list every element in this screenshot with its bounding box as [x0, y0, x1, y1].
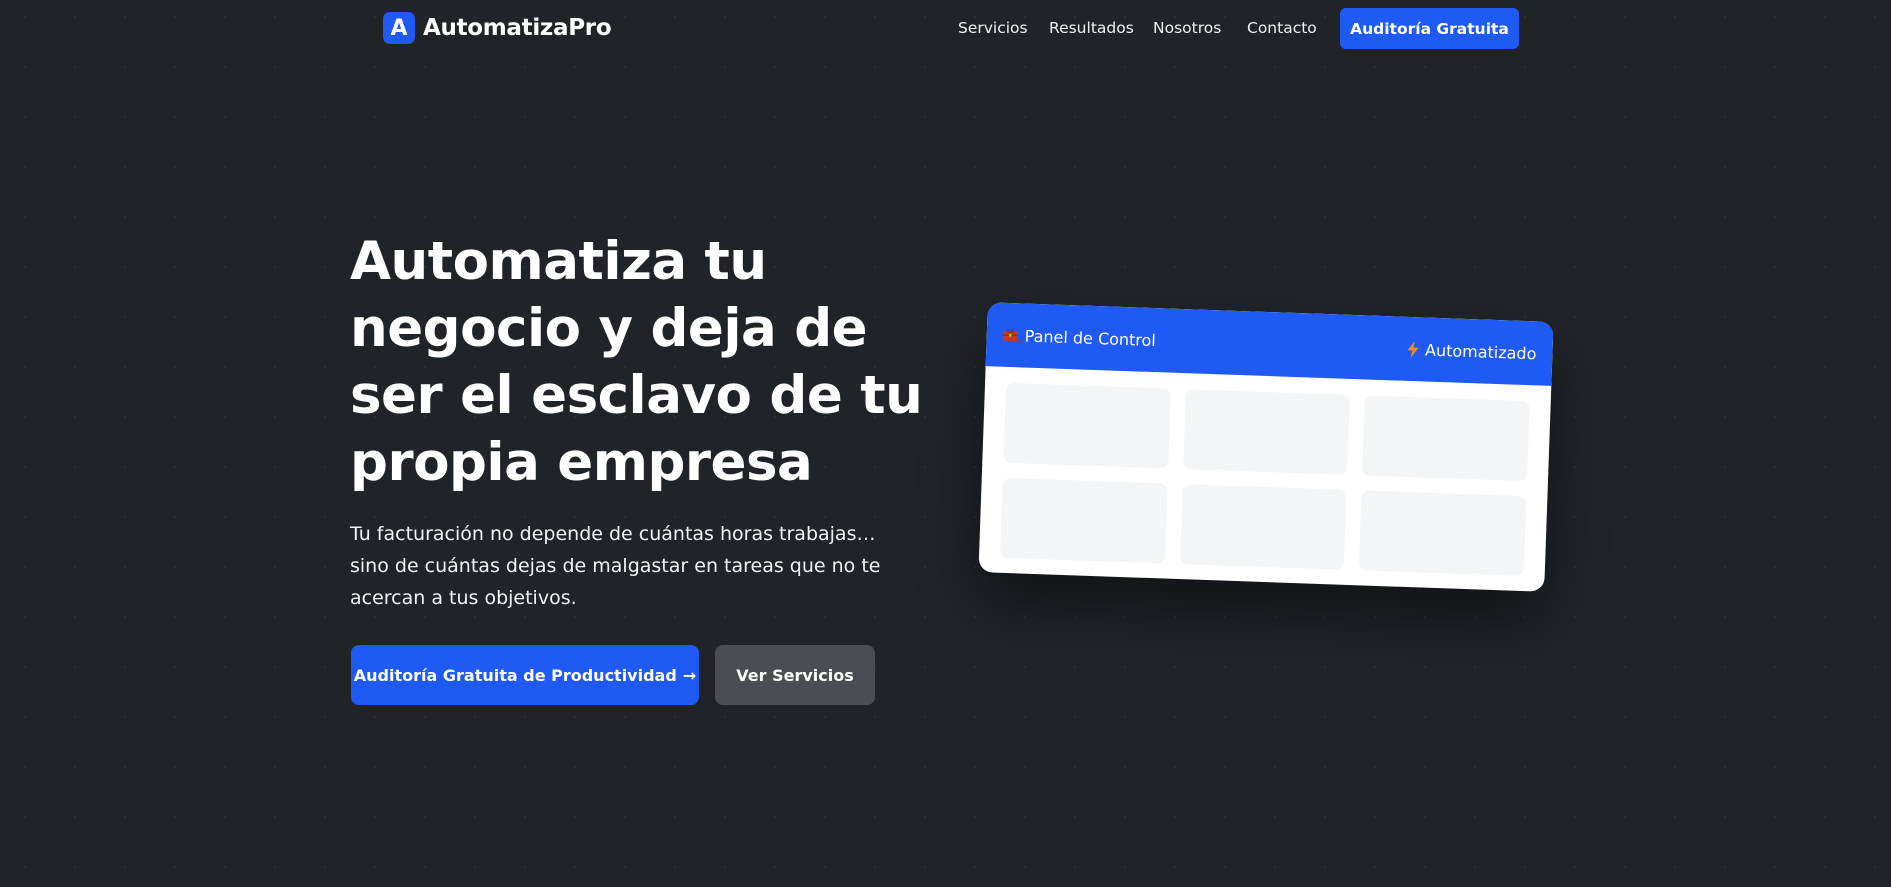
panel-placeholder-card: [1359, 490, 1527, 577]
panel-grid: [978, 366, 1551, 592]
arrow-right-icon: →: [682, 665, 697, 685]
top-navigation: A AutomatizaPro Servicios Resultados Nos…: [0, 0, 1891, 58]
panel-placeholder-card: [1179, 484, 1347, 570]
panel-placeholder-card: [1362, 395, 1530, 482]
panel-title: Panel de Control: [1024, 326, 1157, 350]
nav-link-resultados[interactable]: Resultados: [1049, 19, 1134, 37]
brand-name: AutomatizaPro: [423, 15, 612, 41]
productivity-audit-button[interactable]: Auditoría Gratuita de Productividad →: [351, 645, 699, 705]
nav-link-nosotros[interactable]: Nosotros: [1153, 19, 1221, 37]
lightning-bolt-icon: [1407, 340, 1419, 358]
productivity-audit-button-label: Auditoría Gratuita de Productividad: [353, 665, 677, 685]
hero-subtitle: Tu facturación no depende de cuántas hor…: [350, 523, 881, 609]
panel-status-group: Automatizado: [1407, 339, 1537, 363]
free-audit-nav-button[interactable]: Auditoría Gratuita: [1340, 8, 1519, 49]
logo-icon: A: [383, 12, 415, 44]
nav-link-contacto[interactable]: Contacto: [1247, 19, 1317, 37]
panel-status: Automatizado: [1424, 339, 1537, 363]
view-services-button[interactable]: Ver Servicios: [715, 645, 875, 705]
hero-title: Automatiza tu negocio y deja de ser el e…: [350, 231, 923, 493]
panel-placeholder-card: [999, 477, 1168, 564]
brand-logo-link[interactable]: A AutomatizaPro: [383, 12, 612, 44]
control-panel-preview: Panel de Control Automatizado: [978, 302, 1554, 592]
briefcase-icon: [1002, 328, 1018, 342]
panel-placeholder-card: [1182, 389, 1351, 475]
panel-placeholder-card: [1003, 382, 1171, 469]
panel-title-group: Panel de Control: [1002, 325, 1157, 350]
nav-link-servicios[interactable]: Servicios: [958, 19, 1028, 37]
